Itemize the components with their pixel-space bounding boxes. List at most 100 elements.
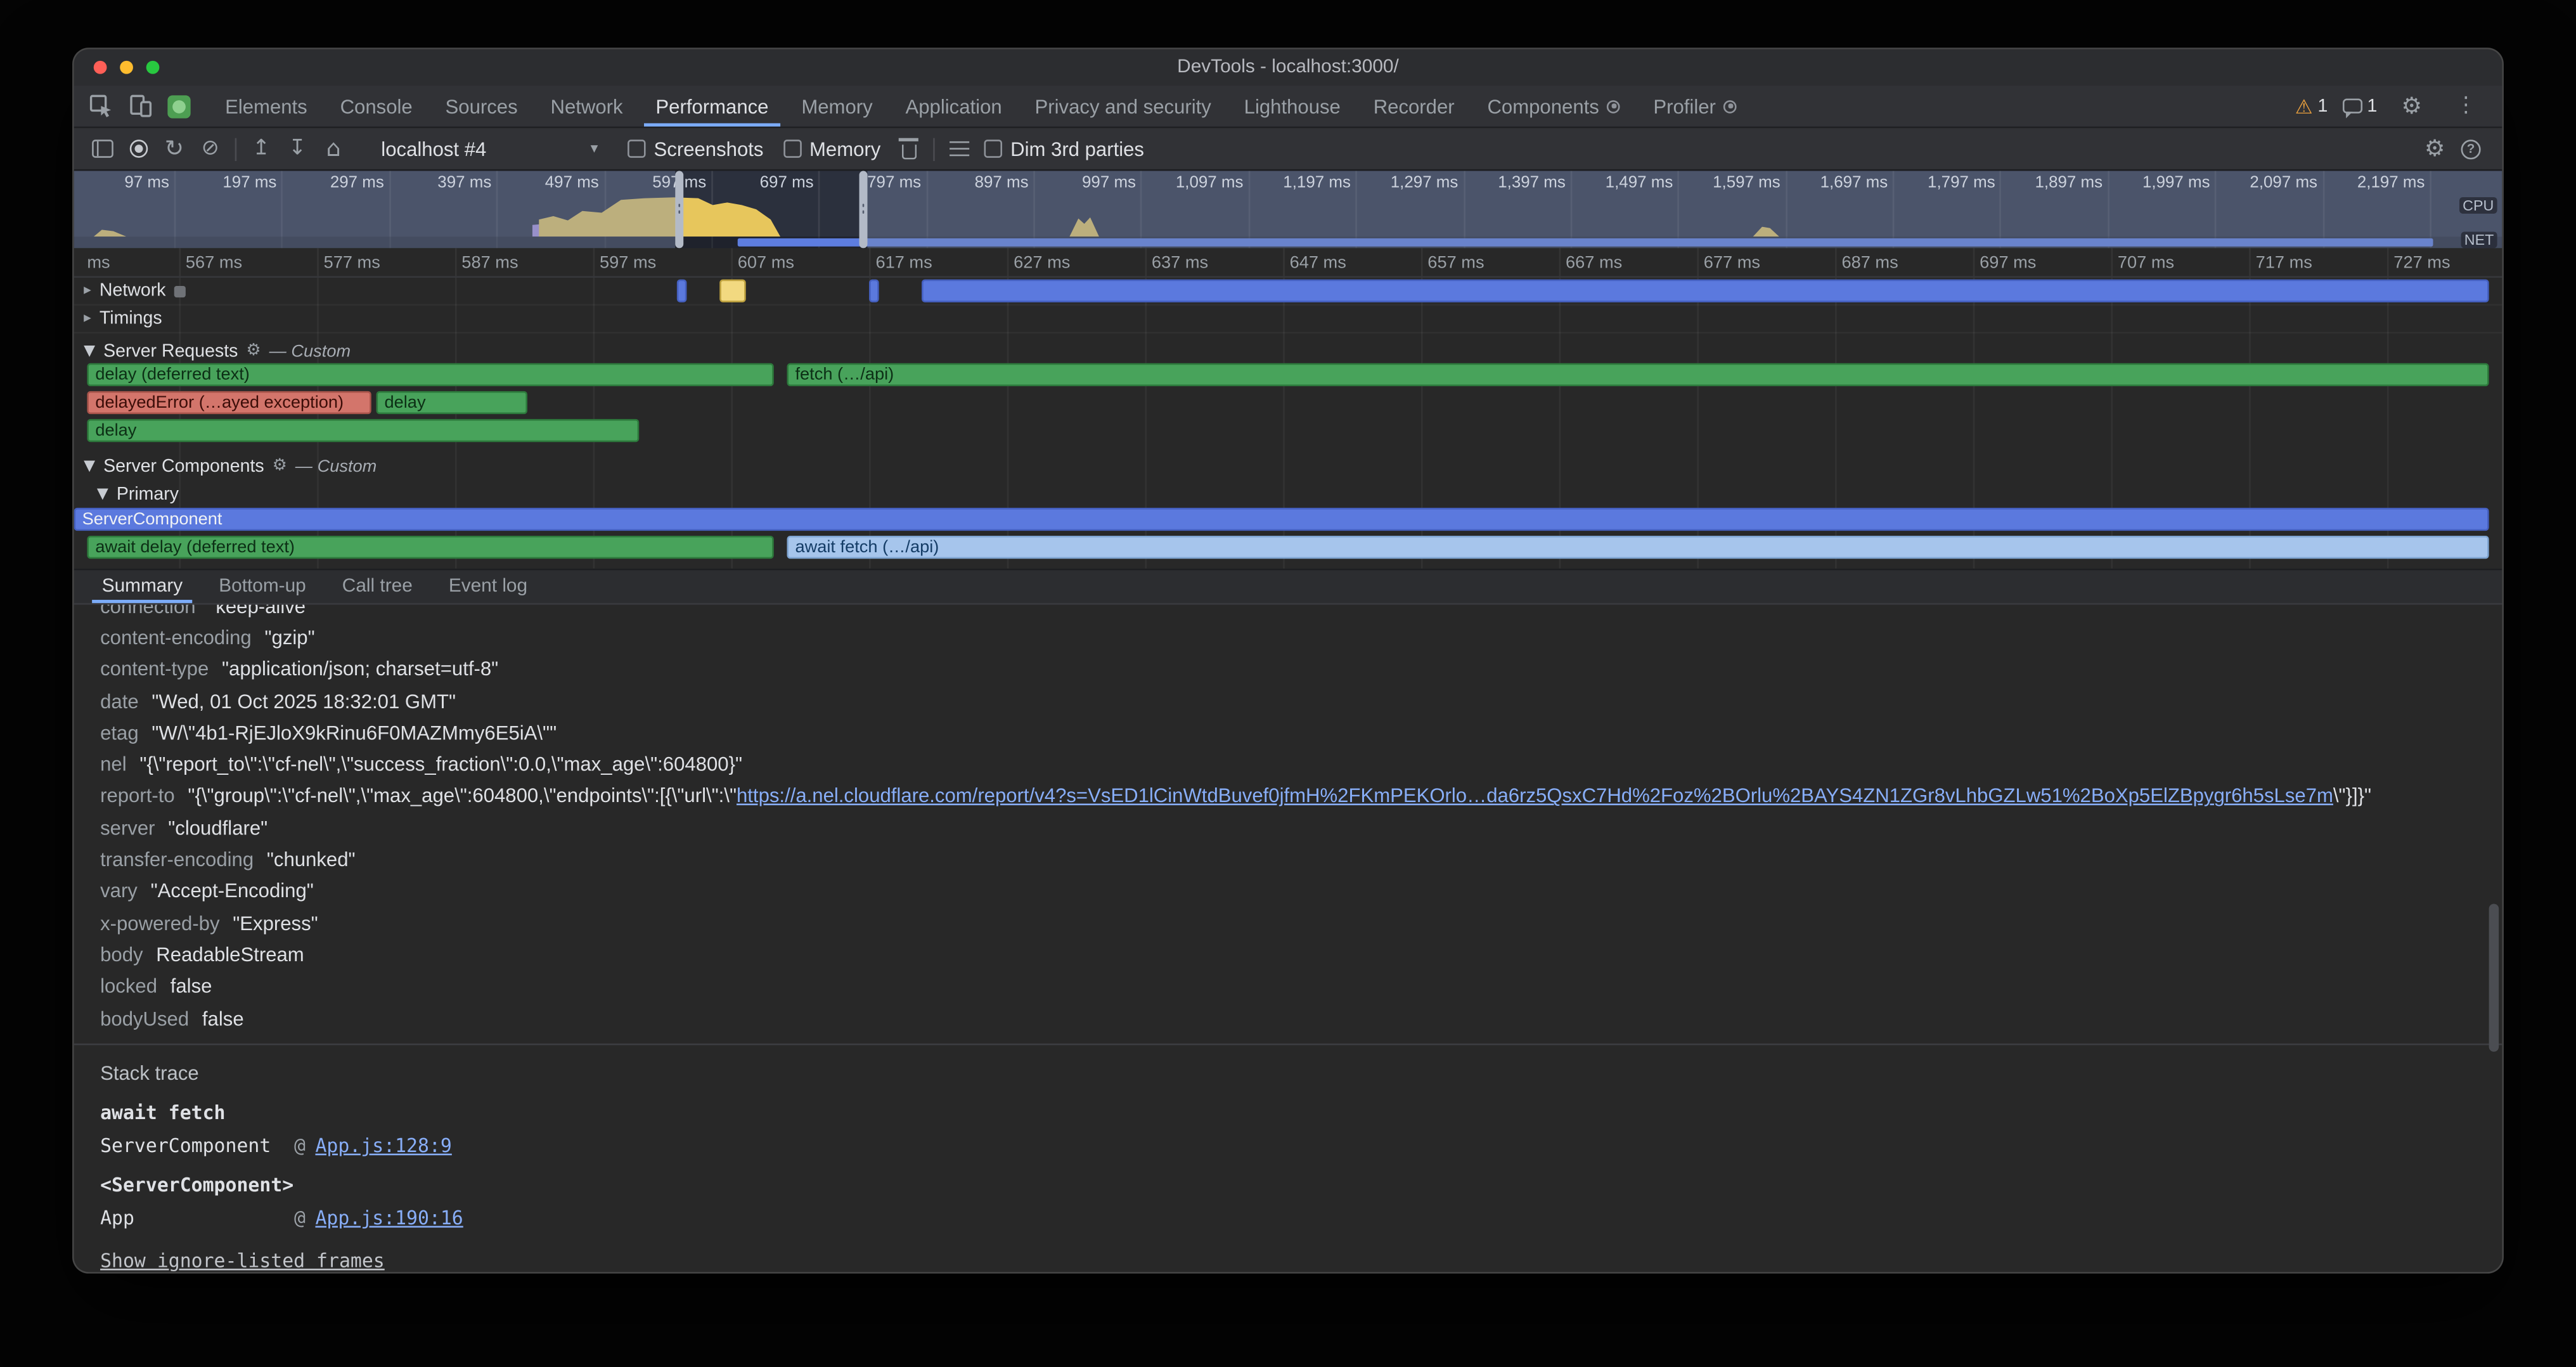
screenshots-checkbox[interactable] <box>628 139 646 158</box>
minimap-time-label: 1,497 ms <box>1606 174 1673 193</box>
disclosure-triangle-icon[interactable]: ▼ <box>97 486 108 502</box>
minimap-time-label: 2,097 ms <box>2250 174 2317 193</box>
tab-label: Profiler <box>1653 94 1716 117</box>
tab-components[interactable]: Components <box>1471 86 1637 127</box>
dim-3rd-parties-checkbox-group[interactable]: Dim 3rd parties <box>984 137 1144 160</box>
event-bar-delay[interactable]: delay <box>377 391 527 414</box>
more-options-button[interactable]: ⋮ <box>2446 86 2485 126</box>
network-request-bar[interactable] <box>677 280 687 302</box>
minimize-button[interactable] <box>120 61 133 74</box>
source-location-link[interactable]: App.js:128:9 <box>315 1134 451 1157</box>
event-bar-delay[interactable]: delay <box>87 419 639 442</box>
tab-lighthouse[interactable]: Lighthouse <box>1228 86 1357 127</box>
show-ignore-listed-frames-link[interactable]: Show ignore-listed frames <box>100 1249 385 1272</box>
timeline-tracks: ▸ Network ▸ Timings ▼ Server Requests ⚙ … <box>74 278 2502 569</box>
network-conditions-button[interactable] <box>941 131 977 167</box>
header-row-connection: connection"keep-alive" <box>74 605 2502 622</box>
tab-network[interactable]: Network <box>534 86 640 127</box>
header-name: content-encoding <box>100 626 252 649</box>
network-request-bar[interactable] <box>869 280 879 302</box>
network-track-label-group[interactable]: ▸ Network <box>84 281 185 301</box>
tab-recorder[interactable]: Recorder <box>1357 86 1471 127</box>
history-select[interactable]: localhost #4 ▾ <box>371 134 608 164</box>
load-profile-button[interactable]: ↥ <box>243 131 280 167</box>
header-name: server <box>100 816 155 839</box>
record-button[interactable] <box>120 131 156 167</box>
tab-application[interactable]: Application <box>889 86 1019 127</box>
clear-button[interactable]: ⊘ <box>192 131 228 167</box>
event-bar-fetch-api[interactable]: fetch (…/api) <box>787 363 2489 386</box>
timings-track-label-group[interactable]: ▸ Timings <box>84 309 162 328</box>
server-components-row: ServerComponent <box>74 508 2502 531</box>
dim-3rd-parties-checkbox[interactable] <box>984 139 1003 158</box>
primary-group-header[interactable]: ▼ Primary <box>74 481 2502 506</box>
messages-badge[interactable]: 1 <box>2343 96 2378 116</box>
timeline-overview-minimap[interactable]: CPU NET 97 ms197 ms297 ms397 ms497 ms597… <box>74 171 2502 249</box>
primary-group-label: Primary <box>117 484 179 503</box>
tab-memory[interactable]: Memory <box>785 86 889 127</box>
close-button[interactable] <box>94 61 107 74</box>
event-bar-servercomponent[interactable]: ServerComponent <box>74 508 2489 531</box>
collect-garbage-button[interactable] <box>891 131 927 167</box>
minimap-time-label: 1,097 ms <box>1176 174 1244 193</box>
traffic-lights <box>94 61 160 74</box>
tab-privacy-and-security[interactable]: Privacy and security <box>1019 86 1228 127</box>
stack-frame: ServerComponent@App.js:128:9 <box>100 1134 2476 1157</box>
ruler-gridline <box>2387 248 2389 276</box>
zoom-button[interactable] <box>146 61 160 74</box>
timings-track-row[interactable]: ▸ Timings <box>74 306 2502 334</box>
memory-checkbox-group[interactable]: Memory <box>783 137 881 160</box>
header-row-date: date"Wed, 01 Oct 2025 18:32:01 GMT" <box>74 685 2502 717</box>
disclosure-triangle-icon[interactable]: ▼ <box>84 458 95 474</box>
tab-console[interactable]: Console <box>324 86 429 127</box>
event-bar-delayederror-ayed-exception[interactable]: delayedError (…ayed exception) <box>87 391 371 414</box>
minimap-right-handle[interactable] <box>860 171 868 249</box>
minimap-time-label: 497 ms <box>545 174 599 193</box>
details-tab-event-log[interactable]: Event log <box>430 570 545 603</box>
ruler-time-label: 697 ms <box>1980 253 2036 273</box>
network-request-bar[interactable] <box>719 280 745 302</box>
network-track-row[interactable]: ▸ Network <box>74 278 2502 306</box>
save-profile-button[interactable]: ↧ <box>280 131 316 167</box>
extension-button[interactable] <box>159 86 198 126</box>
settings-button[interactable]: ⚙ <box>2392 86 2431 126</box>
details-tab-bottom-up[interactable]: Bottom-up <box>201 570 325 603</box>
details-tab-summary[interactable]: Summary <box>84 570 201 603</box>
report-to-url-link[interactable]: https://a.nel.cloudflare.com/report/v4?s… <box>737 784 2333 807</box>
server-components-track-header[interactable]: ▼ Server Components ⚙ — Custom <box>74 453 2502 478</box>
server-requests-track-header[interactable]: ▼ Server Requests ⚙ — Custom <box>74 339 2502 363</box>
track-settings-icon[interactable]: ⚙ <box>246 342 261 360</box>
tab-sources[interactable]: Sources <box>429 86 534 127</box>
memory-checkbox[interactable] <box>783 139 802 158</box>
disclosure-triangle-icon[interactable]: ▸ <box>84 283 91 299</box>
details-tab-call-tree[interactable]: Call tree <box>324 570 430 603</box>
tab-performance[interactable]: Performance <box>640 86 785 127</box>
network-request-bar[interactable] <box>922 280 2489 302</box>
disclosure-triangle-icon[interactable]: ▸ <box>84 311 91 327</box>
capture-settings-button[interactable]: ⚙ <box>2417 131 2453 167</box>
live-metrics-button[interactable]: ⌂ <box>316 131 352 167</box>
event-bar-delay-deferred-text[interactable]: delay (deferred text) <box>87 363 773 386</box>
details-scrollbar-thumb[interactable] <box>2489 904 2499 1052</box>
event-bar-await-fetch-api[interactable]: await fetch (…/api) <box>787 536 2489 559</box>
ruler-time-label: 717 ms <box>2256 253 2312 273</box>
screenshots-checkbox-group[interactable]: Screenshots <box>628 137 763 160</box>
sidebar-toggle-button[interactable] <box>84 131 120 167</box>
device-toolbar-button[interactable] <box>120 86 159 126</box>
save-profile-icon: ↧ <box>288 136 306 161</box>
help-button[interactable]: ? <box>2453 131 2489 167</box>
record-and-reload-button[interactable]: ↻ <box>156 131 192 167</box>
event-bar-await-delay-deferred-text[interactable]: await delay (deferred text) <box>87 536 773 559</box>
minimap-time-label: 97 ms <box>124 174 169 193</box>
track-settings-icon[interactable]: ⚙ <box>273 457 287 476</box>
warnings-badge[interactable]: ⚠ 1 <box>2295 94 2328 117</box>
tab-elements[interactable]: Elements <box>209 86 324 127</box>
tab-profiler[interactable]: Profiler <box>1637 86 1753 127</box>
inspect-element-button[interactable] <box>80 86 120 126</box>
disclosure-triangle-icon[interactable]: ▼ <box>84 342 95 359</box>
tab-label: Privacy and security <box>1035 94 1211 117</box>
ruler-gridline <box>1697 248 1699 276</box>
minimap-left-handle[interactable] <box>675 171 683 249</box>
source-location-link[interactable]: App.js:190:16 <box>315 1207 463 1229</box>
track-config-icon[interactable] <box>174 285 185 297</box>
